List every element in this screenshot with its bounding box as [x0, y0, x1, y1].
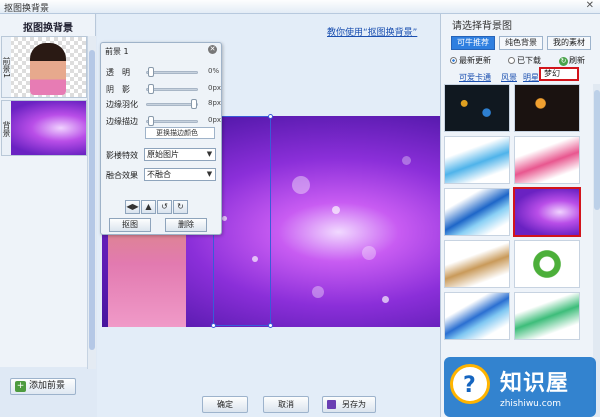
- tutorial-link[interactable]: 教你使用“抠图换背景”: [327, 25, 417, 38]
- category-dream[interactable]: 梦幻: [539, 67, 579, 81]
- slider-knob[interactable]: [148, 116, 154, 126]
- tab-solid-color[interactable]: 纯色背景: [499, 36, 543, 50]
- effect-select[interactable]: 原始图片 ▼: [144, 148, 216, 161]
- slider-value: 8px: [208, 99, 222, 107]
- tab-my-materials[interactable]: 我的素材: [547, 36, 591, 50]
- tab-recommended[interactable]: 可牛推荐: [451, 36, 495, 50]
- window-title: 抠图换背景: [4, 4, 50, 14]
- add-foreground-label: 添加前景: [29, 381, 66, 391]
- title-bar: 抠图换背景 ✕: [0, 0, 600, 14]
- watermark: ? 知识屋 zhishiwu.com: [444, 357, 596, 417]
- refresh-icon: ↻: [559, 57, 568, 66]
- effect-value: 原始图片: [147, 150, 179, 159]
- refresh-label: 刷新: [569, 56, 585, 65]
- blend-select[interactable]: 不融合 ▼: [144, 168, 216, 181]
- opacity-slider[interactable]: 透 明 0%: [106, 66, 220, 78]
- add-foreground-button[interactable]: + 添加前景: [10, 378, 76, 395]
- refresh-button[interactable]: ↻ 刷新: [559, 55, 585, 66]
- flip-horizontal-icon[interactable]: ◀▶: [125, 200, 140, 214]
- background-thumbnail[interactable]: [514, 240, 580, 288]
- scroll-thumb[interactable]: [89, 50, 95, 350]
- category-cartoon[interactable]: 可爱卡通: [459, 72, 491, 83]
- slider-label: 边缘描边: [106, 117, 138, 126]
- radio-label: 最新更新: [459, 56, 491, 65]
- radio-latest[interactable]: 最新更新: [450, 55, 491, 66]
- radio-label: 已下载: [517, 56, 541, 65]
- close-icon[interactable]: ✕: [586, 0, 594, 11]
- layer-panel-title: 抠图换背景: [23, 23, 73, 34]
- color-swatch: [146, 128, 154, 138]
- panel-title: 请选择背景图: [452, 21, 512, 32]
- slider-label: 边缘羽化: [106, 100, 138, 109]
- transform-toolbar: ◀▶ ▲ ↺ ↻: [125, 200, 189, 214]
- rotate-left-icon[interactable]: ↺: [157, 200, 172, 214]
- chevron-down-icon: ▼: [206, 150, 213, 158]
- layer-item-background[interactable]: 背景: [1, 100, 87, 156]
- save-as-button[interactable]: 另存为: [322, 396, 376, 413]
- slider-label: 透 明: [106, 68, 130, 77]
- slider-value: 0%: [208, 67, 220, 75]
- layer-label: 背景: [2, 101, 11, 155]
- watermark-logo: ?: [450, 364, 490, 404]
- slider-knob[interactable]: [191, 99, 197, 109]
- blend-label: 融合效果: [106, 171, 138, 180]
- blend-value: 不融合: [147, 170, 171, 179]
- flip-vertical-icon[interactable]: ▲: [141, 200, 156, 214]
- background-thumbnail-selected[interactable]: [513, 187, 581, 237]
- layer-panel: 抠图换背景 前景1 背景: [0, 14, 96, 369]
- ok-button[interactable]: 确定: [202, 396, 248, 413]
- edge-color-button[interactable]: 更换描边颜色: [145, 127, 215, 139]
- delete-button[interactable]: 删除: [165, 218, 207, 232]
- background-thumbnail[interactable]: [444, 188, 510, 236]
- background-thumbnail[interactable]: [444, 292, 510, 340]
- layer-label: 前景1: [2, 37, 11, 97]
- background-thumbnail[interactable]: [444, 136, 510, 184]
- edge-color-label: 更换描边颜色: [156, 129, 198, 137]
- slider-label: 阴 影: [106, 85, 130, 94]
- foreground-properties-dialog: 前景 1 ✕ 透 明 0% 阴 影 0px 边缘羽化 8px 边缘描边 0px …: [100, 42, 222, 235]
- effect-label: 影楼特效: [106, 151, 138, 160]
- radio-downloaded[interactable]: 已下载: [508, 55, 541, 66]
- background-thumbnail[interactable]: [514, 136, 580, 184]
- dialog-title: 前景 1: [105, 47, 129, 56]
- cutout-button[interactable]: 抠图: [109, 218, 151, 232]
- slider-value: 0px: [208, 116, 222, 124]
- stroke-slider[interactable]: 边缘描边 0px: [106, 115, 222, 127]
- rotate-right-icon[interactable]: ↻: [173, 200, 188, 214]
- close-icon[interactable]: ✕: [208, 45, 217, 54]
- category-scenery[interactable]: 风景: [501, 72, 517, 83]
- save-icon: [327, 400, 336, 409]
- slider-knob[interactable]: [148, 84, 154, 94]
- background-thumbnail[interactable]: [514, 292, 580, 340]
- watermark-url: zhishiwu.com: [500, 399, 561, 409]
- scroll-thumb[interactable]: [594, 90, 600, 210]
- watermark-brand: 知识屋: [500, 371, 570, 396]
- feather-slider[interactable]: 边缘羽化 8px: [106, 98, 222, 110]
- slider-knob[interactable]: [148, 67, 154, 77]
- slider-value: 0px: [208, 84, 222, 92]
- add-icon: +: [15, 381, 26, 392]
- chevron-down-icon: ▼: [206, 170, 213, 178]
- layer-scrollbar[interactable]: [87, 36, 96, 369]
- save-as-label: 另存为: [342, 400, 366, 409]
- background-thumbnail[interactable]: [444, 240, 510, 288]
- category-star[interactable]: 明星: [523, 72, 539, 83]
- background-thumbnail[interactable]: [514, 84, 580, 132]
- shadow-slider[interactable]: 阴 影 0px: [106, 83, 222, 95]
- background-thumbnail[interactable]: [444, 84, 510, 132]
- layer-item-foreground[interactable]: 前景1: [1, 36, 87, 98]
- cancel-button[interactable]: 取消: [263, 396, 309, 413]
- foreground-person-thumbnail: [30, 43, 66, 95]
